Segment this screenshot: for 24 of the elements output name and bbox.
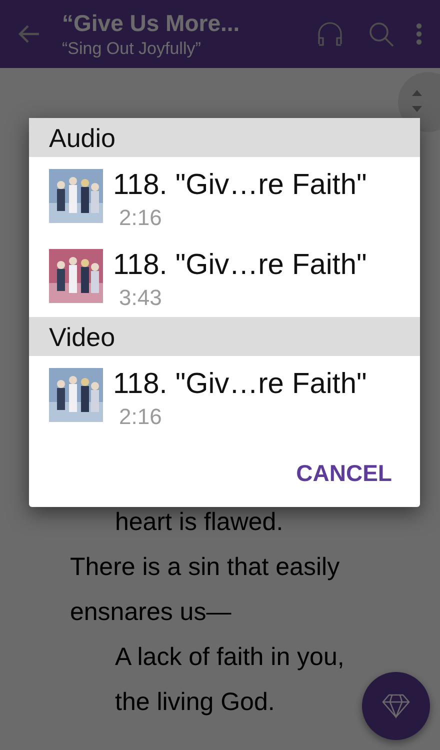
section-header: Video — [29, 317, 420, 356]
media-title: 118. "Giv…re Faith" — [113, 169, 367, 201]
lyric-line: There is a sin that easily ensnares us— — [70, 552, 341, 628]
search-icon[interactable] — [368, 21, 394, 47]
media-title: 118. "Giv…re Faith" — [113, 368, 367, 400]
back-arrow-icon[interactable] — [18, 24, 40, 44]
media-item[interactable]: 118. "Giv…re Faith" 2:16 — [29, 157, 420, 237]
media-item[interactable]: 118. "Giv…re Faith" 3:43 — [29, 237, 420, 317]
lyric-line: heart is flawed. — [114, 507, 284, 538]
media-duration: 2:16 — [119, 404, 163, 430]
more-options-icon[interactable] — [416, 23, 422, 45]
app-bar-title: “Give Us More... — [62, 10, 241, 36]
floating-action-button[interactable] — [362, 672, 430, 740]
media-duration: 3:43 — [119, 285, 163, 311]
lyric-line: A lack of faith in you, the living God. — [114, 642, 346, 718]
headphones-icon[interactable] — [316, 20, 344, 48]
section-header: Audio — [29, 118, 420, 157]
media-item[interactable]: 118. "Giv…re Faith" 2:16 — [29, 356, 420, 436]
media-title: 118. "Giv…re Faith" — [113, 249, 367, 281]
scroll-button-icon[interactable] — [398, 72, 440, 132]
diamond-icon — [382, 693, 410, 719]
app-bar-subtitle: “Sing Out Joyfully” — [62, 38, 202, 58]
cancel-button[interactable]: CANCEL — [296, 460, 392, 487]
media-duration: 2:16 — [119, 205, 163, 231]
